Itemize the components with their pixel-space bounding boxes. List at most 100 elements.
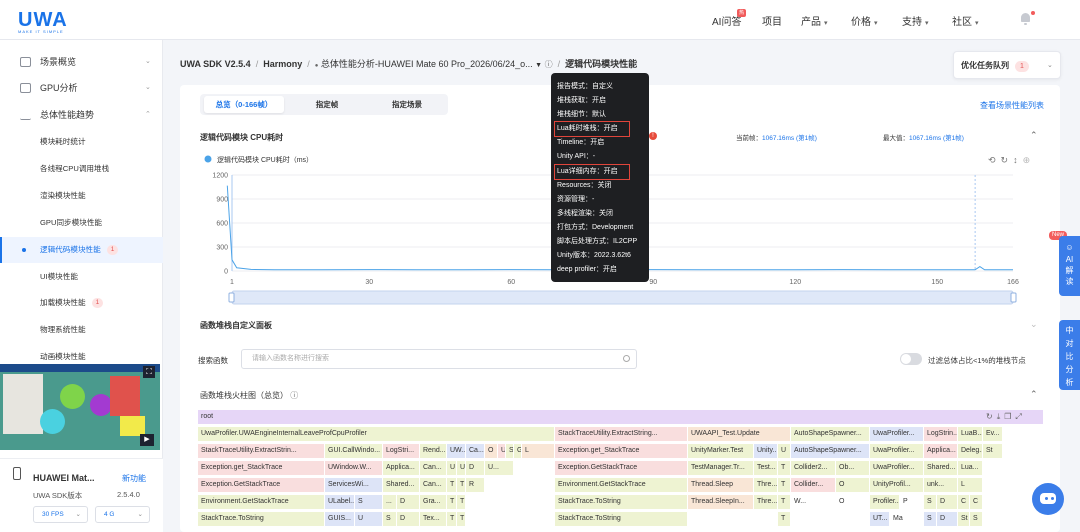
flame-block[interactable]: StackTrace.ToString xyxy=(555,512,688,526)
flame-block[interactable]: D xyxy=(466,461,485,475)
flame-block[interactable]: Collider... xyxy=(791,478,836,492)
flame-block[interactable]: D xyxy=(397,495,420,509)
sidebar-sub-physics[interactable]: 物理系统性能 xyxy=(0,317,163,343)
flame-block[interactable]: Shared... xyxy=(924,461,958,475)
flame-block[interactable]: LogStrin... xyxy=(924,427,958,441)
flame-block[interactable]: Gra... xyxy=(420,495,447,509)
flame-block[interactable]: Shared... xyxy=(383,478,420,492)
flame-block[interactable]: StackTraceUtility.ExtractStrin... xyxy=(198,444,325,458)
flame-block[interactable]: StackTraceUtility.ExtractString... xyxy=(555,427,688,441)
filter-toggle[interactable] xyxy=(900,353,922,365)
flame-block[interactable]: S xyxy=(355,495,383,509)
flame-block[interactable]: Exception.get_StackTrace xyxy=(198,461,325,475)
nav-community[interactable]: 社区 ▾ xyxy=(952,13,979,28)
tab-scene[interactable]: 指定场景 xyxy=(368,96,446,113)
flame-block[interactable]: UwaProfiler... xyxy=(870,461,924,475)
flame-block[interactable]: T xyxy=(447,512,457,526)
flame-block[interactable]: T xyxy=(778,461,791,475)
sidebar-sub-gpu-sync[interactable]: GPU同步模块性能 xyxy=(0,210,163,236)
flame-block[interactable]: S xyxy=(924,495,937,509)
expand-icon[interactable]: ⛶ xyxy=(143,366,155,378)
flame-block[interactable]: Can... xyxy=(420,461,447,475)
sidebar-sub-module-time[interactable]: 模块耗时统计 xyxy=(0,129,163,155)
flame-block[interactable]: D xyxy=(397,512,420,526)
fps-select[interactable]: 30 FPS ⌄ xyxy=(33,506,88,523)
flame-block[interactable]: UW... xyxy=(447,444,466,458)
play-icon[interactable]: ▶ xyxy=(140,434,154,446)
flame-block[interactable]: Ob... xyxy=(836,461,870,475)
flame-block[interactable]: ... xyxy=(383,495,397,509)
uwa-logo[interactable]: UWA MAKE IT SIMPLE xyxy=(18,9,68,34)
flame-block[interactable]: U xyxy=(447,461,457,475)
sidebar-sub-logic-code[interactable]: 逻辑代码模块性能 1 xyxy=(0,237,163,263)
flame-block[interactable]: GUI.CallWindo... xyxy=(325,444,383,458)
flame-block[interactable]: T xyxy=(457,512,466,526)
flame-block[interactable]: Collider2... xyxy=(791,461,836,475)
nav-support[interactable]: 支持 ▾ xyxy=(902,13,929,28)
flame-block[interactable]: Environment.GetStackTrace xyxy=(555,478,688,492)
flame-block[interactable]: T xyxy=(778,512,791,526)
flame-block[interactable]: ULabel... xyxy=(325,495,355,509)
ai-interpret-tab[interactable]: ☺ AI解读 xyxy=(1059,236,1080,296)
sidebar-sub-cpu-stack[interactable]: 各线程CPU调用堆栈 xyxy=(0,156,163,182)
flame-block[interactable]: Unity... xyxy=(754,444,778,458)
flame-block[interactable]: R xyxy=(466,478,485,492)
flame-block[interactable]: C xyxy=(970,495,983,509)
collapse-icon[interactable]: ⌃ xyxy=(1030,130,1038,141)
flame-block[interactable]: C xyxy=(958,495,970,509)
flame-block[interactable]: Ma xyxy=(890,512,924,526)
flame-block[interactable]: Exception.get_StackTrace xyxy=(555,444,688,458)
tab-overview[interactable]: 总览（0-166帧） xyxy=(204,96,284,113)
flame-block[interactable]: UwaProfiler... xyxy=(870,427,924,441)
flame-block[interactable]: Applica... xyxy=(383,461,420,475)
flame-block[interactable]: unk... xyxy=(924,478,958,492)
flame-block[interactable]: Thread.SleepIn... xyxy=(688,495,754,509)
flame-block[interactable]: P xyxy=(900,495,924,509)
flame-block[interactable]: Environment.GetStackTrace xyxy=(198,495,325,509)
scene-list-link[interactable]: 查看场景性能列表 xyxy=(980,100,1044,111)
flame-block[interactable]: UT... xyxy=(870,512,890,526)
flame-block[interactable]: T xyxy=(457,478,466,492)
flame-block[interactable]: UnityProfil... xyxy=(870,478,924,492)
nav-pricing[interactable]: 价格 ▾ xyxy=(851,13,878,28)
compare-analysis-tab[interactable]: 中对比分析 xyxy=(1059,320,1080,390)
sidebar-item-gpu-analysis[interactable]: GPU分析 ⌄ xyxy=(0,75,163,101)
flame-block[interactable]: G xyxy=(514,444,522,458)
flame-block[interactable]: T xyxy=(778,478,791,492)
flame-block[interactable]: Test... xyxy=(754,461,778,475)
bell-icon[interactable] xyxy=(1020,13,1031,25)
flame-block[interactable]: St xyxy=(958,512,970,526)
flame-block[interactable]: St xyxy=(983,444,1003,458)
flame-block[interactable]: T xyxy=(778,495,791,509)
flame-block[interactable]: Can... xyxy=(420,478,447,492)
flame-block[interactable]: AutoShapeSpawner... xyxy=(791,444,870,458)
flame-block[interactable]: UWindow.W... xyxy=(325,461,383,475)
flame-block[interactable]: root xyxy=(198,410,1044,424)
flame-block[interactable]: ServicesWi... xyxy=(325,478,383,492)
flame-block[interactable]: Profiler... xyxy=(870,495,900,509)
sidebar-item-performance-trend[interactable]: 总体性能趋势 ⌃ xyxy=(0,102,163,128)
new-feature-link[interactable]: 新功能 xyxy=(122,473,146,484)
flame-block[interactable]: O xyxy=(485,444,498,458)
flame-block[interactable]: L xyxy=(522,444,555,458)
sidebar-item-scene-overview[interactable]: 场景概览 ⌄ xyxy=(0,49,163,75)
flame-block[interactable]: Ev... xyxy=(983,427,1003,441)
flame-block[interactable]: Lua... xyxy=(958,461,983,475)
flame-block[interactable]: TestManager.Tr... xyxy=(688,461,754,475)
chatbot-button[interactable] xyxy=(1032,483,1064,515)
flame-block[interactable]: UnityMarker.Test xyxy=(688,444,754,458)
flame-block[interactable]: S xyxy=(970,512,983,526)
flame-block[interactable]: W... xyxy=(791,495,836,509)
nav-projects[interactable]: 项目 xyxy=(762,13,782,28)
breadcrumb-platform[interactable]: Harmony xyxy=(263,59,302,69)
flame-block[interactable]: T xyxy=(447,495,457,509)
flame-block[interactable]: S xyxy=(506,444,514,458)
flame-block[interactable]: GUIS... xyxy=(325,512,355,526)
breadcrumb-report[interactable]: 总体性能分析-HUAWEI Mate 60 Pro_2026/06/24_o..… xyxy=(321,59,533,69)
caret-down-icon[interactable]: ▼ xyxy=(535,62,542,69)
flame-tools[interactable]: ↻⤓❐⤢ xyxy=(986,412,1026,422)
flame-block[interactable]: StackTrace.ToString xyxy=(555,495,688,509)
flame-block[interactable]: U... xyxy=(485,461,514,475)
collapse-icon[interactable]: ⌄ xyxy=(1030,319,1038,330)
collapse-icon[interactable]: ⌃ xyxy=(1030,389,1038,400)
